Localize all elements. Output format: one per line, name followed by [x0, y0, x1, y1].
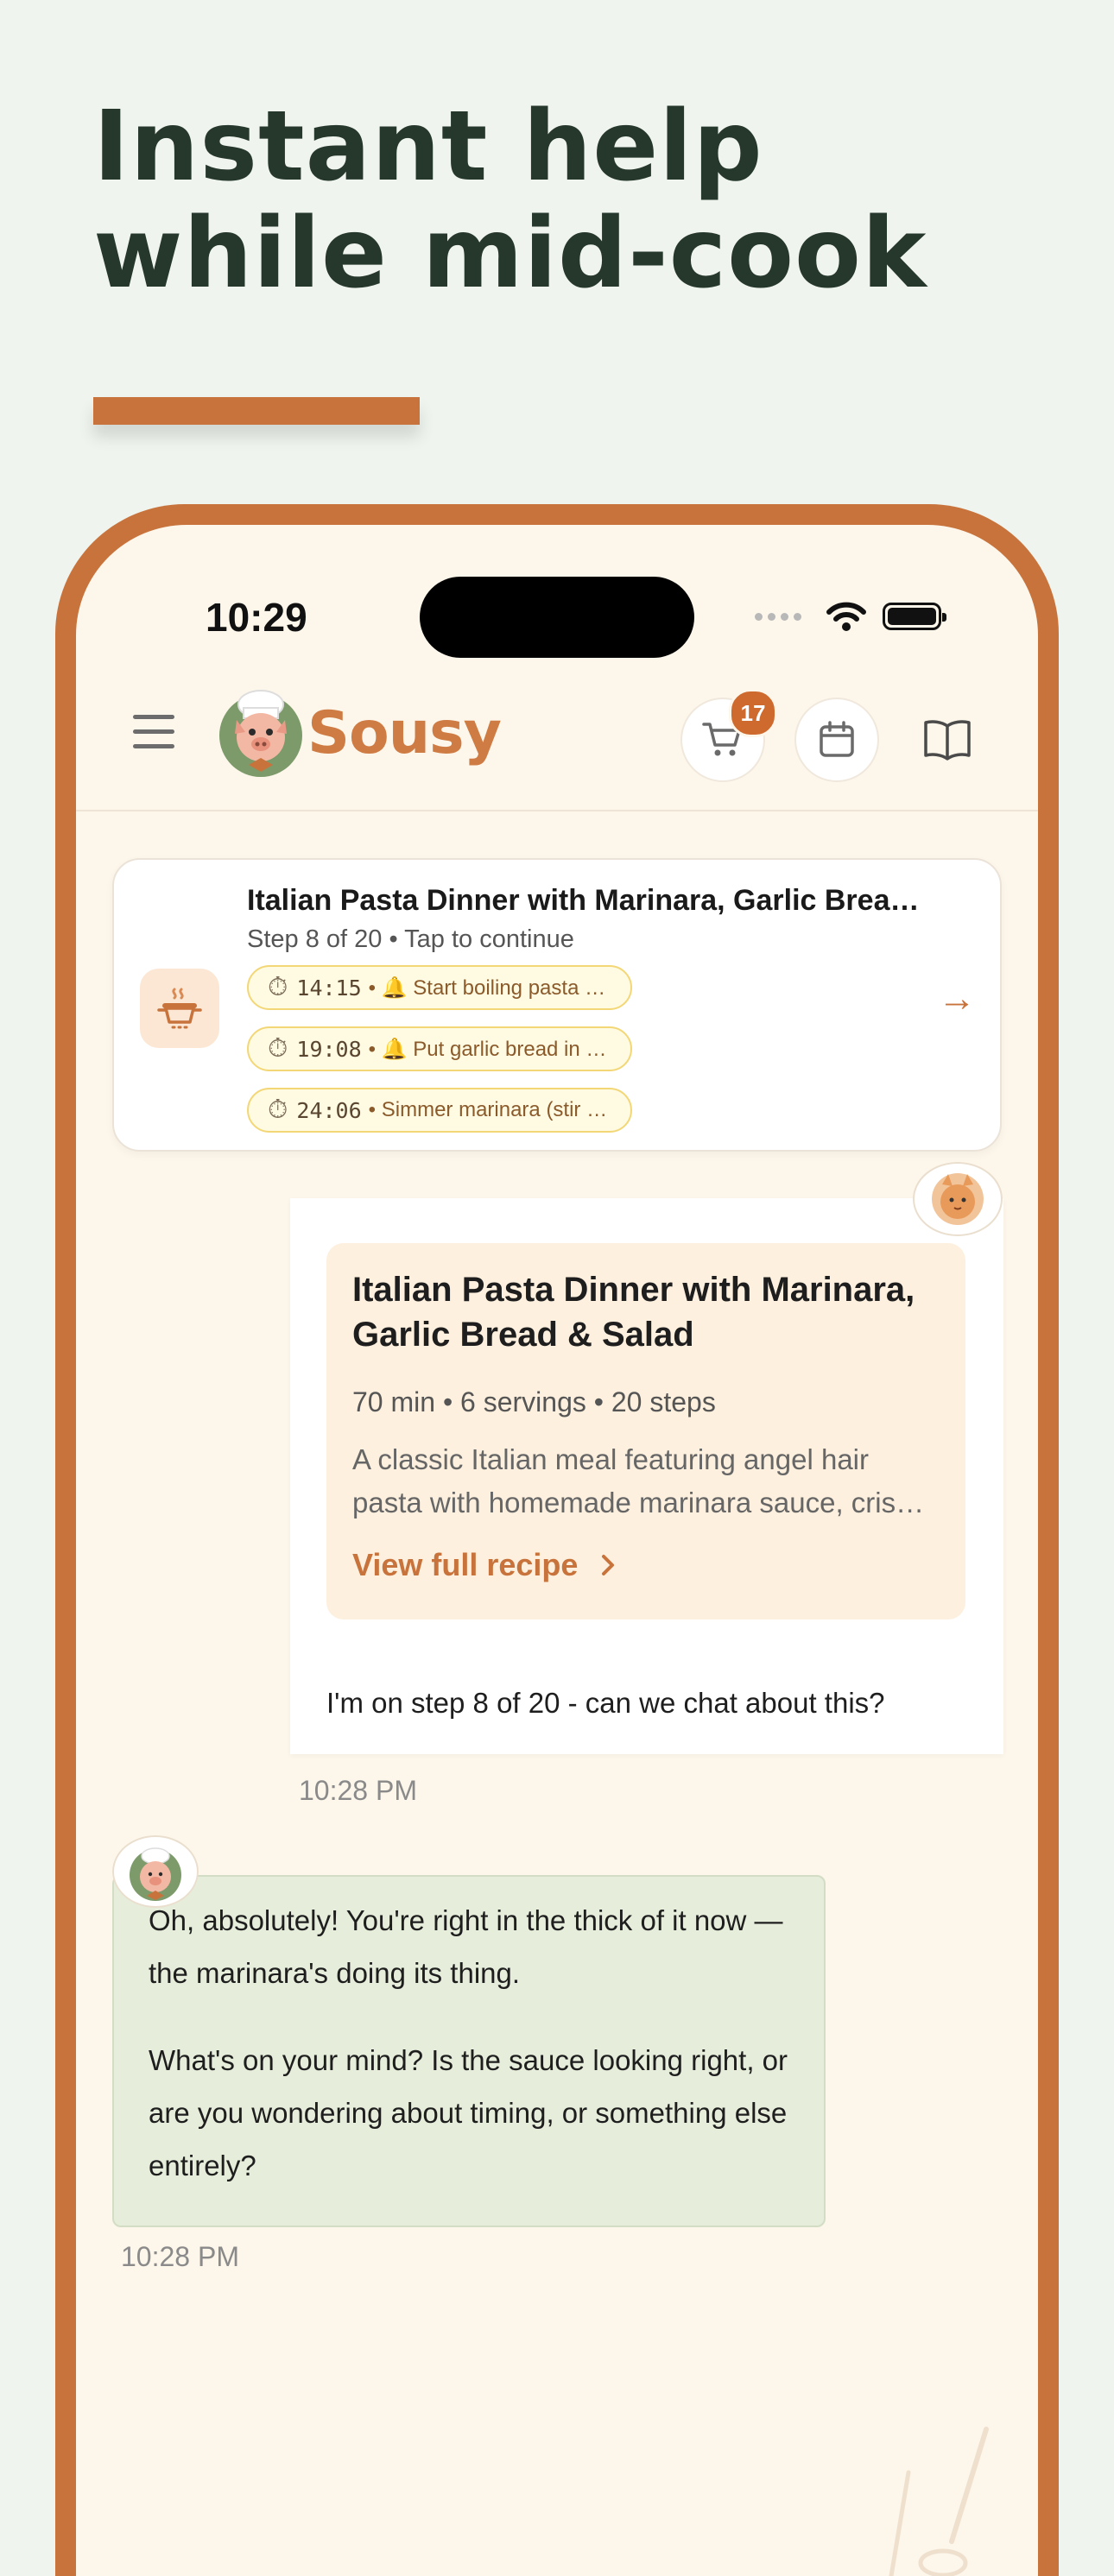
active-recipe-card[interactable]: Italian Pasta Dinner with Marinara, Garl… — [112, 858, 1002, 1152]
signal-icon — [755, 612, 801, 621]
recipe-book-button[interactable] — [905, 698, 990, 782]
shared-recipe-meta: 70 min • 6 servings • 20 steps — [352, 1386, 716, 1417]
book-icon — [924, 720, 971, 761]
timer-label: • 🔔 Start boiling pasta water — [368, 975, 630, 1000]
menu-button[interactable] — [133, 715, 174, 753]
timer-pill[interactable]: ⏱ 14:15 • 🔔 Start boiling pasta water — [247, 965, 632, 1010]
user-message-bubble: Italian Pasta Dinner with Marinara, Garl… — [290, 1198, 1003, 1754]
headline: Instant help while mid-cook — [93, 91, 927, 310]
assistant-message-bubble: Oh, absolutely! You're right in the thic… — [112, 1875, 826, 2227]
timer-pill[interactable]: ⏱ 19:08 • 🔔 Put garlic bread in oven — [247, 1026, 632, 1071]
assistant-message-timestamp: 10:28 PM — [121, 2241, 239, 2272]
assistant-paragraph: What's on your mind? Is the sauce lookin… — [149, 2044, 788, 2181]
timer-label: • Simmer marinara (stir occasionally) — [368, 1098, 630, 1121]
phone-frame: 10:29 Sousy 17 Italian Pasta Dinner with… — [55, 504, 1059, 2576]
shared-recipe-description: A classic Italian meal featuring angel h… — [352, 1443, 926, 1518]
active-recipe-progress: Step 8 of 20 • Tap to continue — [247, 925, 574, 953]
pig-chef-logo-icon — [219, 690, 302, 777]
timer-time: 19:08 — [296, 1036, 362, 1062]
assistant-avatar-icon — [112, 1835, 199, 1908]
user-message-timestamp: 10:28 PM — [299, 1775, 417, 1806]
whisk-decoration-icon — [889, 2427, 989, 2576]
stopwatch-icon: ⏱ — [268, 1034, 288, 1063]
phone-screen: 10:29 Sousy 17 Italian Pasta Dinner with… — [76, 525, 1038, 2576]
user-message-text: I'm on step 8 of 20 - can we chat about … — [326, 1687, 885, 1719]
assistant-paragraph: Oh, absolutely! You're right in the thic… — [149, 1904, 783, 1989]
calendar-icon — [820, 721, 854, 757]
stopwatch-icon: ⏱ — [268, 973, 288, 1001]
shared-recipe-title: Italian Pasta Dinner with Marinara, Garl… — [352, 1271, 915, 1354]
shared-recipe-card[interactable]: Italian Pasta Dinner with Marinara, Garl… — [326, 1243, 965, 1619]
arrow-right-icon: → — [938, 977, 976, 1020]
chevron-right-icon — [602, 1555, 615, 1575]
status-icons — [755, 601, 946, 632]
active-recipe-title: Italian Pasta Dinner with Marinara, Garl… — [247, 884, 929, 917]
timer-time: 24:06 — [296, 1097, 362, 1123]
logo-text: Sousy — [307, 699, 502, 767]
timer-time: 14:15 — [296, 975, 362, 1001]
status-time: 10:29 — [206, 595, 307, 640]
view-full-recipe-label: View full recipe — [352, 1547, 579, 1582]
calendar-button[interactable] — [794, 698, 879, 782]
cart-count-badge: 17 — [729, 689, 777, 737]
cooking-pot-icon — [140, 969, 219, 1048]
accent-bar — [93, 397, 420, 425]
app-header: Sousy 17 — [76, 668, 1038, 811]
dynamic-island — [420, 577, 694, 658]
timer-pill[interactable]: ⏱ 24:06 • Simmer marinara (stir occasion… — [247, 1088, 632, 1133]
battery-icon — [883, 603, 946, 630]
cart-button[interactable]: 17 — [680, 689, 777, 782]
user-avatar-icon — [913, 1162, 1003, 1236]
stopwatch-icon: ⏱ — [268, 1095, 288, 1124]
wifi-icon — [826, 602, 866, 631]
view-full-recipe-link[interactable]: View full recipe — [352, 1547, 621, 1583]
timer-label: • 🔔 Put garlic bread in oven — [368, 1037, 630, 1061]
